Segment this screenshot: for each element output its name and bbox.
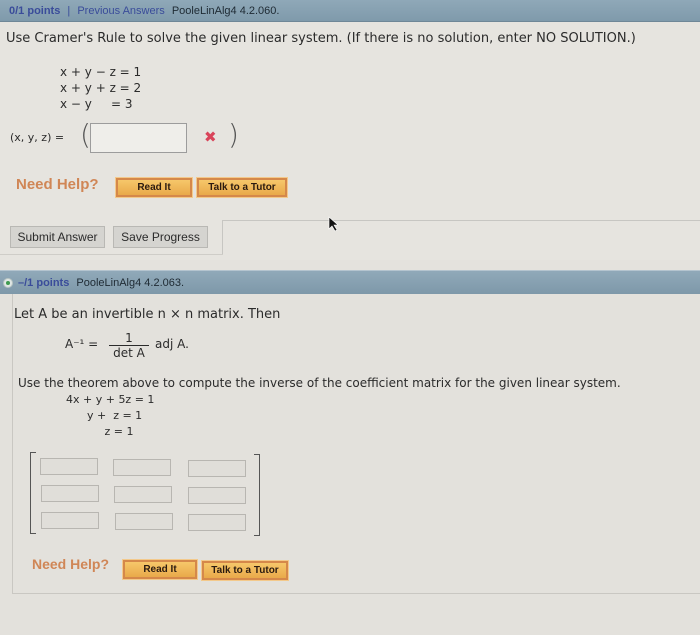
need-help-label: Need Help? xyxy=(32,556,110,572)
previous-answers-link[interactable]: Previous Answers xyxy=(77,5,164,17)
read-it-button[interactable]: Read It xyxy=(115,177,193,198)
expand-dot-icon[interactable] xyxy=(3,278,13,288)
instruction-text: Use the theorem above to compute the inv… xyxy=(18,376,621,390)
question-2-body: Let A be an invertible n × n matrix. The… xyxy=(0,294,700,635)
fraction: 1 det A xyxy=(109,331,149,360)
linear-system: 4x + y + 5z = 1 y + z = 1 z = 1 xyxy=(66,392,154,440)
theorem-intro: Let A be an invertible n × n matrix. The… xyxy=(14,307,281,322)
need-help-label: Need Help? xyxy=(16,176,99,193)
matrix-cell-r3c2[interactable] xyxy=(115,513,173,530)
equation-row: y + z = 1 xyxy=(66,409,143,422)
right-bracket xyxy=(254,454,260,536)
matrix-cell-r2c3[interactable] xyxy=(188,487,246,504)
mouse-cursor-icon xyxy=(328,216,339,232)
question-2-header: –/1 points PooleLinAlg4 4.2.063. xyxy=(0,270,700,294)
header-separator: | xyxy=(67,5,71,17)
panel-border xyxy=(222,220,700,221)
matrix-cell-r1c2[interactable] xyxy=(113,459,171,476)
problem-code: PooleLinAlg4 4.2.063. xyxy=(76,277,185,289)
close-paren: ) xyxy=(228,118,239,151)
matrix-cell-r2c1[interactable] xyxy=(41,485,99,502)
xyz-answer-input[interactable] xyxy=(90,123,187,153)
equation-row: x + y + z = 2 xyxy=(60,81,142,95)
question-1-header: 0/1 points | Previous Answers PooleLinAl… xyxy=(0,0,700,22)
talk-to-tutor-button[interactable]: Talk to a Tutor xyxy=(196,177,288,198)
matrix-cell-r3c3[interactable] xyxy=(188,514,246,531)
fraction-numerator: 1 xyxy=(109,331,149,346)
formula-rhs: adj A. xyxy=(155,337,189,351)
linear-system: x + y − z = 1 x + y + z = 2 x − y = 3 xyxy=(60,64,141,112)
problem-code: PooleLinAlg4 4.2.060. xyxy=(171,5,280,17)
question-prompt: Use Cramer's Rule to solve the given lin… xyxy=(6,31,636,46)
save-progress-button[interactable]: Save Progress xyxy=(113,226,208,248)
points-label: –/1 points xyxy=(18,277,70,289)
inverse-matrix-input xyxy=(30,452,260,536)
matrix-cell-r3c1[interactable] xyxy=(41,512,99,529)
matrix-cell-r1c1[interactable] xyxy=(40,458,98,475)
read-it-button[interactable]: Read It xyxy=(122,559,198,580)
incorrect-x-icon: ✖ xyxy=(204,128,217,146)
matrix-cell-r1c3[interactable] xyxy=(188,460,246,477)
fraction-denominator: det A xyxy=(113,346,145,360)
left-bracket xyxy=(30,452,36,534)
submit-answer-button[interactable]: Submit Answer xyxy=(10,226,105,248)
equation-row: z = 1 xyxy=(66,425,134,438)
equation-row: 4x + y + 5z = 1 xyxy=(66,393,155,406)
formula-lhs: A⁻¹ = xyxy=(65,337,99,351)
panel-border xyxy=(0,254,223,255)
answer-label: (x, y, z) = xyxy=(10,131,65,144)
equation-row: x + y − z = 1 xyxy=(60,65,142,79)
panel-border xyxy=(222,220,223,254)
points-label: 0/1 points xyxy=(9,5,61,17)
question-1-body: Use Cramer's Rule to solve the given lin… xyxy=(0,22,700,260)
matrix-cell-r2c2[interactable] xyxy=(114,486,172,503)
equation-row: x − y = 3 xyxy=(60,97,133,111)
talk-to-tutor-button[interactable]: Talk to a Tutor xyxy=(201,560,289,581)
